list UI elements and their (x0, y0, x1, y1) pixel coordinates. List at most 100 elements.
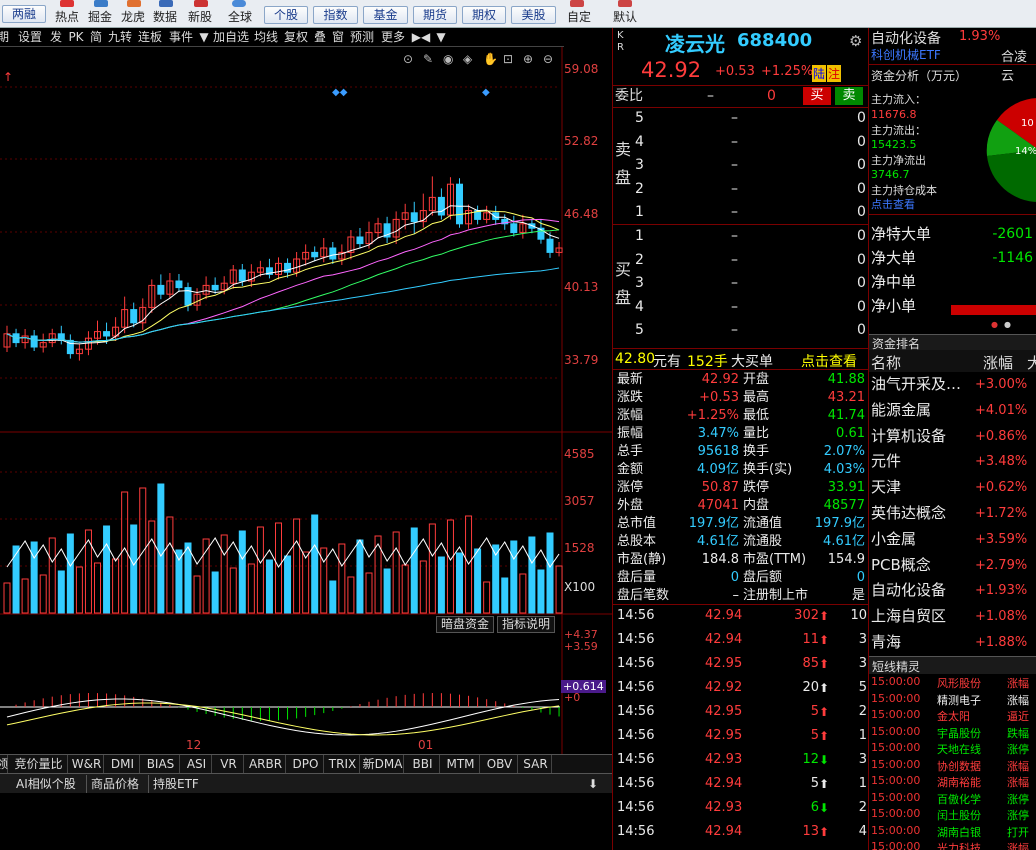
rank-item-name[interactable]: 英伟达概念 (871, 505, 973, 521)
indicator-tab[interactable]: SAR (520, 755, 552, 773)
brief-time: 15:00:00 (871, 741, 921, 754)
indicator-help-button[interactable]: 指标说明 (497, 616, 555, 633)
etf-name-2[interactable]: 合凌云 (1001, 46, 1036, 84)
tab-commodity[interactable]: 商品价格 (86, 775, 143, 793)
brief-stock[interactable]: 宇晶股份 (937, 725, 981, 741)
data-button[interactable]: 数据 (153, 10, 177, 24)
rank-item-name[interactable]: 自动化设备 (871, 582, 973, 598)
chart-tab[interactable]: 发 (48, 28, 64, 46)
big-order-link[interactable]: 点击查看 (801, 351, 857, 371)
rank-item-name[interactable]: PCB概念 (871, 557, 973, 573)
default-button[interactable]: 默认 (613, 10, 637, 24)
indicator-tab[interactable]: DPO (288, 755, 324, 773)
chart-tab[interactable]: 期 (0, 28, 12, 46)
rank-item-name[interactable]: 计算机设备 (871, 428, 973, 444)
chart-tab[interactable]: ▼ (198, 28, 210, 46)
cost-link[interactable]: 点击查看 (871, 196, 915, 212)
rank-header-pct[interactable]: 涨幅 (983, 352, 1013, 373)
dark-pool-button[interactable]: 暗盘资金 (436, 616, 494, 633)
market-tab-options[interactable]: 期权 (462, 6, 506, 24)
chart-tab[interactable]: PK (66, 28, 86, 46)
page-dot-active[interactable]: ● (991, 320, 998, 329)
market-tab-index[interactable]: 指数 (313, 6, 358, 24)
chart-tab[interactable]: ▼ (434, 28, 448, 46)
stock-change-pct: +1.25% (761, 64, 814, 79)
global-button[interactable]: 全球 (228, 10, 252, 24)
tab-holding-etf[interactable]: 持股ETF (148, 775, 203, 793)
chart-tab[interactable]: 简 (88, 28, 104, 46)
tick-list[interactable]: 14:56 42.94 302 ⬆ 10 14:56 42.94 11 ⬆ 3 14:56 42.95… (613, 608, 869, 850)
chart-tab[interactable]: 预测 (348, 28, 376, 46)
sell-button[interactable]: 卖 (835, 87, 863, 105)
indicator-tab[interactable]: BIAS (142, 755, 180, 773)
brief-stock[interactable]: 金太阳 (937, 708, 970, 724)
ipo-button[interactable]: 新股 (188, 10, 212, 24)
sector-name[interactable]: 自动化设备 (871, 28, 941, 48)
brief-stock[interactable]: 天地在线 (937, 741, 981, 757)
brief-stock[interactable]: 光力科技 (937, 840, 981, 850)
chart-tab[interactable]: 叠 (312, 28, 328, 46)
chart-tab[interactable]: 复权 (282, 28, 310, 46)
indicator-tab[interactable]: 新DMA (362, 755, 404, 773)
rank-header-big[interactable]: 大 (1027, 352, 1036, 373)
gear-icon[interactable]: ⚙ (849, 32, 862, 50)
indicator-tab[interactable]: 领 (0, 755, 8, 773)
stat-value: 0.61 (836, 426, 865, 441)
brief-stock[interactable]: 协创数据 (937, 758, 981, 774)
rank-item-name[interactable]: 油气开采及… (871, 376, 973, 392)
indicator-tab[interactable]: ARBR (246, 755, 286, 773)
rank-item-name[interactable]: 小金属 (871, 531, 973, 547)
chart-tab[interactable]: 更多 (378, 28, 408, 46)
rank-item-name[interactable]: 天津 (871, 479, 973, 495)
indicator-tab[interactable]: TRIX (326, 755, 360, 773)
indicator-tab[interactable]: 竞价量比 (10, 755, 68, 773)
market-tab-futures[interactable]: 期货 (413, 6, 457, 24)
hot-button[interactable]: 热点 (55, 10, 79, 24)
etf-name[interactable]: 科创机械ETF (871, 46, 941, 63)
brief-stock[interactable]: 湖南裕能 (937, 774, 981, 790)
rank-item-name[interactable]: 青海 (871, 634, 973, 650)
rank-header-name[interactable]: 名称 (871, 352, 901, 373)
stock-code: 688400 (737, 30, 813, 51)
market-tab-us[interactable]: 美股 (511, 6, 556, 24)
chart-tab[interactable]: ▶◀ (410, 28, 432, 46)
rank-item-name[interactable]: 能源金属 (871, 402, 973, 418)
chart-tab[interactable]: 加自选 (212, 28, 250, 46)
chart-tab[interactable]: 窗 (330, 28, 346, 46)
chart-tab[interactable]: 连板 (136, 28, 164, 46)
rank-item-name[interactable]: 上海自贸区 (871, 608, 973, 624)
indicator-tab[interactable]: VR (214, 755, 244, 773)
margin-trading-button[interactable]: 两融 (2, 5, 46, 23)
indicator-tab[interactable]: W&R (70, 755, 104, 773)
page-dot[interactable]: ● (1004, 320, 1011, 329)
brief-stock[interactable]: 湖南白银 (937, 824, 981, 840)
brief-stock[interactable]: 百傲化学 (937, 791, 981, 807)
indicator-tab[interactable]: MTM (442, 755, 480, 773)
indicator-tab[interactable]: OBV (482, 755, 518, 773)
volume-bar (275, 522, 282, 614)
big-order-bar[interactable]: 42.80 元有 152手 大买单 点击查看 (613, 348, 869, 370)
market-tab-fund[interactable]: 基金 (363, 6, 408, 24)
brief-list[interactable]: 15:00:00 风形股份 涨幅 15:00:00 精测电子 涨幅 15:00:00 金太阳逼… (869, 675, 1036, 850)
rank-item-pct: +3.00% (975, 377, 1028, 392)
rank-list[interactable]: 油气开采及… +3.00% 能源金属 +4.01% 计算机设备 +0.86% 元件 +3.48… (869, 372, 1036, 656)
download-icon[interactable]: ⬇ (588, 777, 598, 791)
indicator-tab[interactable]: BBI (406, 755, 440, 773)
indicator-tab[interactable]: DMI (106, 755, 140, 773)
brief-stock[interactable]: 闰土股份 (937, 807, 981, 823)
custom-button[interactable]: 自定 (567, 10, 591, 24)
tab-ai-similar[interactable]: AI相似个股 (12, 775, 80, 793)
dragon-tiger-button[interactable]: 龙虎 (121, 10, 145, 24)
brief-stock[interactable]: 风形股份 (937, 675, 981, 691)
buy-button[interactable]: 买 (803, 87, 831, 105)
dig-button[interactable]: 掘金 (88, 10, 112, 24)
rank-item-name[interactable]: 元件 (871, 453, 973, 469)
brief-stock[interactable]: 精测电子 (937, 692, 981, 708)
chart-tab[interactable]: 事件 (166, 28, 196, 46)
chart-tab[interactable]: 九转 (106, 28, 134, 46)
chart-tab[interactable]: 均线 (252, 28, 280, 46)
chart-tab[interactable]: 设置 (14, 28, 46, 46)
kline-chart-panel[interactable]: 期设置发 PK 简九转 连板 事件 ▼ 加自选 均线 复权叠窗预测 更多 ▶◀ ▼ ⊙ ✎ ◉ ◈ ✋ ⊡ ⊕ ⊖ ◆… (0, 28, 612, 773)
market-tab-stock[interactable]: 个股 (264, 6, 308, 24)
indicator-tab[interactable]: ASI (182, 755, 212, 773)
